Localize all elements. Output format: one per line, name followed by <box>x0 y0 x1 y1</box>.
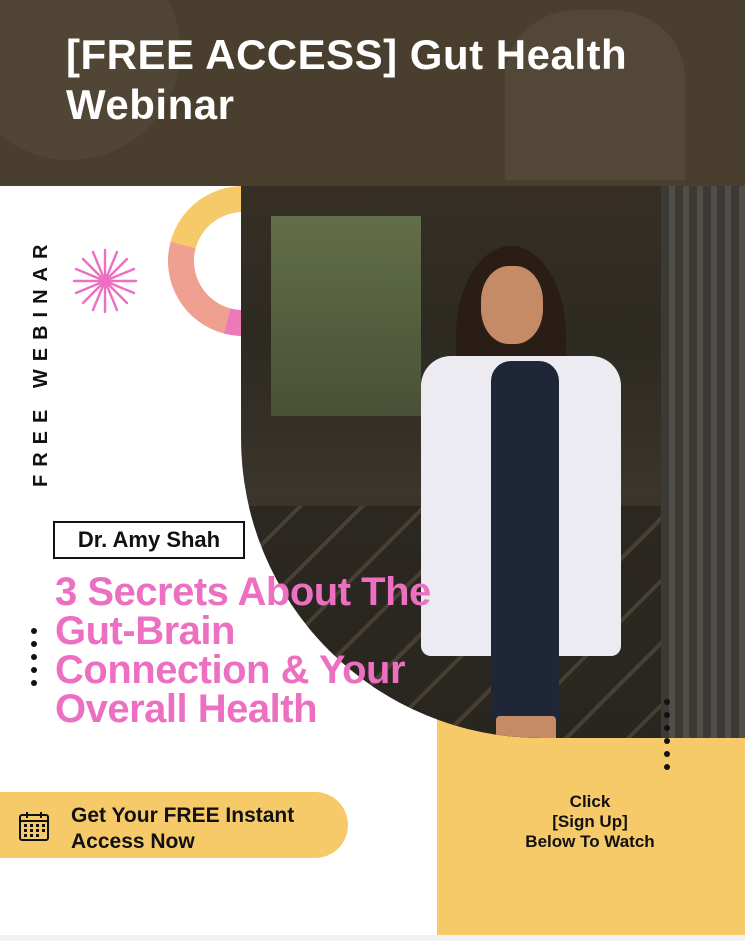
dot <box>31 654 37 660</box>
click-line-3: Below To Watch <box>525 832 655 851</box>
presenter-figure <box>411 246 641 738</box>
click-instructions: Click [Sign Up] Below To Watch <box>480 792 700 852</box>
dot-column-right <box>664 699 670 770</box>
page-header: [FREE ACCESS] Gut Health Webinar <box>0 0 745 186</box>
dot <box>31 667 37 673</box>
dot <box>664 738 670 744</box>
free-access-cta[interactable]: Get Your FREE Instant Access Now <box>0 792 348 858</box>
webinar-poster: FREE WEBINAR Dr. Amy Shah 3 Secrets Abou… <box>0 186 745 935</box>
calendar-icon <box>19 812 49 841</box>
page-title: [FREE ACCESS] Gut Health Webinar <box>66 31 628 128</box>
presenter-name-badge: Dr. Amy Shah <box>53 521 245 559</box>
presenter-dress <box>491 361 559 721</box>
dot-column-left <box>31 628 37 686</box>
dot <box>664 751 670 757</box>
click-line-1: Click <box>569 792 611 811</box>
dot <box>664 764 670 770</box>
free-webinar-label: FREE WEBINAR <box>30 236 52 488</box>
sparkle-icon <box>72 248 138 314</box>
presenter-face <box>481 266 543 344</box>
background-window <box>271 216 421 416</box>
presenter-legs <box>496 716 556 738</box>
click-line-2: [Sign Up] <box>552 812 628 831</box>
dot <box>664 725 670 731</box>
bottom-divider <box>0 935 745 941</box>
dot <box>664 712 670 718</box>
dot <box>31 628 37 634</box>
dot <box>31 641 37 647</box>
dot <box>664 699 670 705</box>
dot <box>31 680 37 686</box>
webinar-headline: 3 Secrets About The Gut-Brain Connection… <box>55 570 431 731</box>
cta-label: Get Your FREE Instant Access Now <box>71 804 295 853</box>
background-door <box>661 186 745 738</box>
presenter-name: Dr. Amy Shah <box>77 527 221 552</box>
